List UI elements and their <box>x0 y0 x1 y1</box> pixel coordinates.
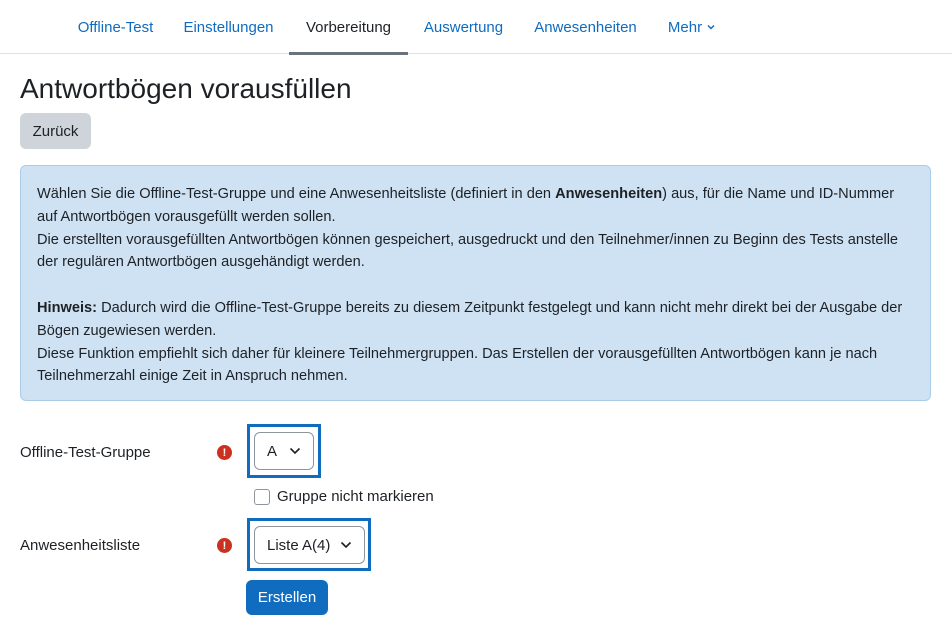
create-button[interactable]: Erstellen <box>246 580 328 615</box>
tab-auswertung[interactable]: Auswertung <box>410 0 517 54</box>
info-paragraph-4: Diese Funktion empfiehlt sich daher für … <box>37 345 878 385</box>
page-title: Antwortbögen vorausfüllen <box>20 73 352 104</box>
tab-vorbereitung[interactable]: Vorbereitung <box>289 0 408 55</box>
no-group-mark-checkbox[interactable] <box>254 488 270 505</box>
required-icon: ! <box>217 445 232 460</box>
attendance-list-select[interactable]: Liste A(4) <box>254 526 365 564</box>
required-icon: ! <box>217 538 232 553</box>
info-bold-link-text: Anwesenheiten <box>555 186 663 202</box>
group-label: Offline-Test-Gruppe <box>20 444 151 461</box>
tab-offline-test[interactable]: Offline-Test <box>64 0 167 54</box>
info-text: Wählen Sie die Offline-Test-Gruppe und e… <box>37 186 556 202</box>
no-group-mark-option[interactable]: Gruppe nicht markieren <box>254 488 434 505</box>
group-select[interactable]: A <box>254 432 314 470</box>
info-box: Wählen Sie die Offline-Test-Gruppe und e… <box>20 165 931 401</box>
chevron-down-icon <box>289 446 301 456</box>
hint-label: Hinweis: <box>37 299 98 316</box>
chevron-down-icon <box>706 22 716 32</box>
no-group-mark-label: Gruppe nicht markieren <box>277 488 434 505</box>
hint-text: Dadurch wird die Offline-Test-Gruppe ber… <box>37 299 903 339</box>
group-select-value: A <box>267 442 278 460</box>
chevron-down-icon <box>340 540 352 550</box>
tab-mehr-label: Mehr <box>667 18 703 36</box>
secondary-navigation: Offline-Test Einstellungen Vorbereitung … <box>0 0 952 55</box>
back-button[interactable]: Zurück <box>20 113 91 149</box>
tab-mehr[interactable]: Mehr <box>654 0 730 54</box>
tab-anwesenheiten[interactable]: Anwesenheiten <box>520 0 651 54</box>
attendance-list-select-value: Liste A(4) <box>267 536 331 554</box>
tab-einstellungen[interactable]: Einstellungen <box>170 0 287 54</box>
info-paragraph-1: Wählen Sie die Offline-Test-Gruppe und e… <box>37 183 914 229</box>
info-hint-paragraph: Hinweis: Dadurch wird die Offline-Test-G… <box>37 297 914 343</box>
list-label: Anwesenheitsliste <box>20 537 141 554</box>
info-paragraph-2: Die erstellten vorausgefüllten Antwortbö… <box>37 231 899 271</box>
